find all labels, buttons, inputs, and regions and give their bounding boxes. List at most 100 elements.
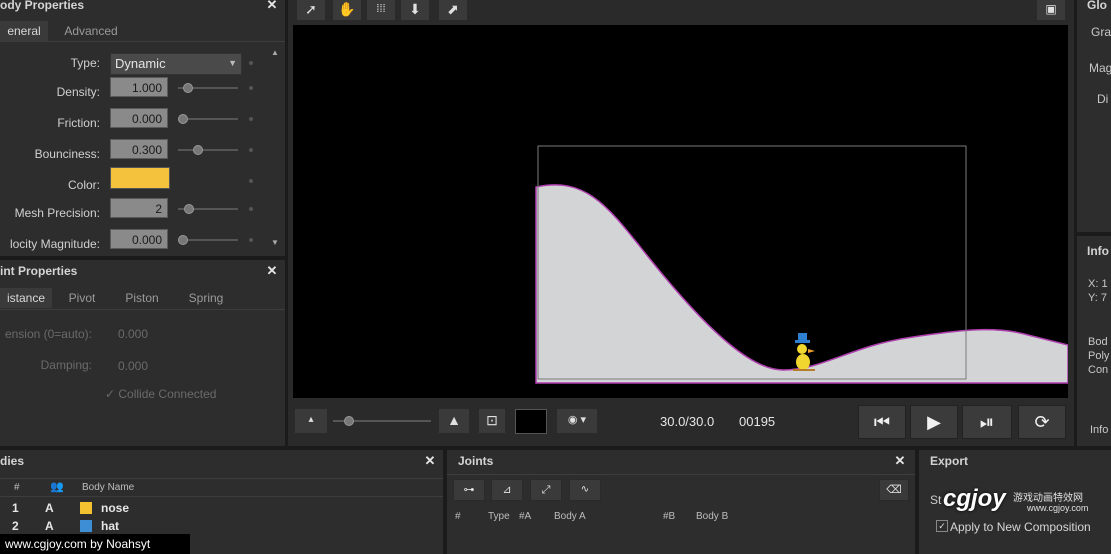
body-color-swatch[interactable] [80, 502, 92, 514]
export-frame-icon[interactable]: ▣ [1036, 0, 1066, 21]
close-icon[interactable]: ✕ [893, 454, 907, 468]
close-icon[interactable]: ✕ [265, 0, 279, 12]
select-arrow-icon[interactable]: ➚ [296, 0, 326, 21]
chevron-down-icon: ▼ [228, 58, 237, 68]
joints-panel: Joints ✕ ⊶ ⊿ ⤢ ∿ ⌫ # Type #A Body A #B B… [447, 450, 915, 554]
collide-connected-checkbox[interactable]: ✓ Collide Connected [105, 387, 216, 401]
color-swatch[interactable] [110, 167, 170, 189]
hand-pan-icon[interactable]: ✋ [332, 0, 362, 21]
column-header-number: # [14, 482, 20, 493]
head-body[interactable] [797, 344, 807, 354]
joints-title: Joints [458, 454, 494, 468]
property-slider-knob[interactable] [183, 83, 193, 93]
magnitude-label: Mag [1089, 61, 1111, 75]
timecode: 30.0/30.0 [660, 414, 715, 429]
scrollbar[interactable]: ▲ ▼ [270, 48, 279, 248]
frame-counter: 00195 [739, 414, 776, 429]
property-slider[interactable] [178, 149, 238, 151]
delete-joint-icon[interactable]: ⌫ [879, 479, 909, 501]
property-label: Color: [67, 178, 100, 192]
play-button[interactable]: ▶ [910, 405, 958, 439]
piston-joint-icon[interactable]: ⤢ [530, 479, 562, 501]
pivot-joint-icon[interactable]: ⊿ [491, 479, 523, 501]
keyframe-dot[interactable] [249, 61, 253, 65]
global-title: Glo [1087, 0, 1107, 12]
zoom-slider-knob[interactable] [344, 416, 354, 426]
simulation-canvas[interactable] [293, 25, 1068, 398]
property-slider-knob[interactable] [193, 145, 203, 155]
rewind-button[interactable]: ⏮ [858, 405, 906, 439]
background-color-swatch[interactable] [515, 409, 547, 434]
credit-bar: www.cgjoy.com by Noahsyt [0, 534, 190, 554]
column-header-type: Type [488, 511, 510, 522]
distance-joint-icon[interactable]: ⊶ [453, 479, 485, 501]
property-value-field[interactable]: 0.300 [110, 139, 168, 159]
tab-general[interactable]: eneral [0, 21, 48, 41]
body-color-swatch[interactable] [80, 520, 92, 532]
property-value-field[interactable]: 1.000 [110, 77, 168, 97]
hat-brim [795, 340, 810, 343]
tab-divider [0, 41, 285, 42]
close-icon[interactable]: ✕ [265, 264, 279, 278]
info-panel: Info X: 1 Y: 7 Bod Poly Con Info [1077, 236, 1111, 446]
type-select[interactable]: Dynamic ▼ [110, 53, 242, 75]
cgjoy-chinese-text: 游戏动画特效网 [1013, 493, 1083, 504]
arrow-down-icon[interactable]: ⬇ [400, 0, 430, 21]
sled-body[interactable] [793, 369, 815, 371]
keyframe-dot[interactable] [249, 86, 253, 90]
body-number: 1 [12, 501, 19, 515]
step-forward-button[interactable]: ⏯ [962, 405, 1012, 439]
keyframe-dot[interactable] [249, 238, 253, 242]
body-type: A [45, 519, 54, 533]
property-value-field[interactable]: 2 [110, 198, 168, 218]
tension-value: 0.000 [118, 327, 149, 341]
property-slider-knob[interactable] [178, 114, 188, 124]
grid-icon[interactable]: ⁞⁞⁞ [366, 0, 396, 21]
property-value-field[interactable]: 0.000 [110, 229, 168, 249]
export-partial-label: St [930, 493, 942, 507]
property-value-field[interactable]: 0.000 [110, 108, 168, 128]
tab-advanced[interactable]: Advanced [50, 21, 132, 41]
keyframe-dot[interactable] [249, 148, 253, 152]
property-label: Mesh Precision: [14, 206, 100, 220]
tab-pivot[interactable]: Pivot [55, 288, 109, 308]
header-divider [447, 474, 915, 475]
close-icon[interactable]: ✕ [423, 454, 437, 468]
joint-properties-panel: int Properties ✕ istance Pivot Piston Sp… [0, 260, 285, 446]
keyframe-dot[interactable] [249, 179, 253, 183]
header-divider [0, 496, 443, 497]
column-header-body-b: Body B [696, 511, 729, 522]
arrow-diagonal-icon[interactable]: ⬈ [438, 0, 468, 21]
column-header-a-number: #A [519, 511, 532, 522]
loop-button[interactable]: ⟳ [1018, 405, 1066, 439]
apply-checkbox[interactable]: ✓ [936, 520, 948, 532]
body-name: hat [101, 519, 119, 533]
header-divider [0, 478, 443, 479]
tension-label: ension (0=auto): [4, 327, 92, 341]
keyframe-dot[interactable] [249, 207, 253, 211]
credit-text: www.cgjoy.com by Noahsyt [5, 537, 151, 551]
body-properties-title: ody Properties [0, 0, 85, 12]
property-slider-knob[interactable] [184, 204, 194, 214]
fit-view-icon[interactable]: ⊡ [478, 408, 506, 434]
info-x: X: 1 [1088, 278, 1108, 290]
column-header-body-a: Body A [554, 511, 586, 522]
zoom-in-button[interactable]: ▲ [438, 408, 470, 434]
torso-body[interactable] [796, 354, 810, 370]
bodies-title: dies [0, 454, 25, 468]
joint-properties-title: int Properties [0, 264, 78, 278]
keyframe-dot[interactable] [249, 117, 253, 121]
tab-spring[interactable]: Spring [175, 288, 237, 308]
tab-divider [0, 309, 285, 310]
export-title: Export [930, 454, 969, 468]
zoom-out-button[interactable]: ▴ [294, 408, 328, 434]
property-label: Friction: [57, 116, 100, 130]
tab-distance[interactable]: istance [0, 288, 52, 308]
property-slider-knob[interactable] [178, 235, 188, 245]
tab-piston[interactable]: Piston [112, 288, 172, 308]
body-type: A [45, 501, 54, 515]
user-icon: 👥 [50, 481, 64, 493]
visibility-eye-icon[interactable]: ◉ ▾ [556, 408, 598, 434]
hat-body[interactable] [798, 333, 807, 341]
spring-joint-icon[interactable]: ∿ [569, 479, 601, 501]
